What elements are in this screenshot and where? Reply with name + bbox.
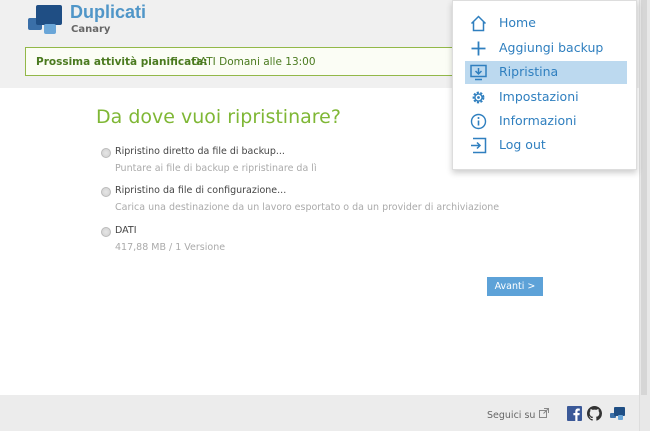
facebook-icon[interactable] [567,406,582,421]
option-title[interactable]: Ripristino diretto da file di backup... [115,146,285,157]
radio-button[interactable] [101,148,111,158]
plus-icon [471,41,486,56]
logout-icon [471,137,487,154]
menu-item-home[interactable]: Home [465,12,627,35]
restore-icon [470,64,487,81]
menu-label: Home [499,15,536,30]
option-description: 417,88 MB / 1 Versione [115,242,226,253]
option-title[interactable]: DATI [115,225,137,236]
brand-subtitle: Canary [71,24,111,35]
menu-item-restore[interactable]: Ripristina [465,61,627,84]
info-icon [470,113,487,130]
footer: Seguici su [0,395,650,431]
menu-item-info[interactable]: Informazioni [465,110,627,133]
menu-item-add-backup[interactable]: Aggiungi backup [465,37,627,60]
option-description: Carica una destinazione da un lavoro esp… [115,202,500,213]
gear-icon [472,91,485,104]
home-icon [470,15,487,32]
next-button[interactable]: Avanti > [487,277,543,296]
duplicati-icon[interactable] [610,406,625,421]
scrollbar-thumb[interactable] [641,0,647,395]
next-scheduled-task-bar: Prossima attività pianificata: DATI Doma… [25,47,465,76]
option-description: Puntare ai file di backup e ripristinare… [115,163,317,174]
menu-label: Ripristina [499,64,559,79]
menu-label: Informazioni [499,113,577,128]
brand-title: Duplicati [70,2,147,22]
menu-label: Aggiungi backup [499,40,604,55]
main-menu-dropdown: Home Aggiungi backup Ripristina Impostaz… [452,0,637,170]
external-link-icon [539,408,549,418]
menu-label: Log out [499,137,546,152]
radio-button[interactable] [101,227,111,237]
duplicati-logo-icon[interactable] [26,4,64,36]
radio-button[interactable] [101,187,111,197]
github-icon[interactable] [587,406,602,421]
menu-item-settings[interactable]: Impostazioni [465,86,627,109]
menu-item-logout[interactable]: Log out [465,134,627,157]
schedule-label: Prossima attività pianificata: [36,56,208,68]
page-title: Da dove vuoi ripristinare? [96,106,341,128]
option-title[interactable]: Ripristino da file di configurazione... [115,185,286,196]
follow-us-label: Seguici su [487,410,536,421]
schedule-value[interactable]: DATI Domani alle 13:00 [192,56,316,68]
menu-label: Impostazioni [499,89,579,104]
